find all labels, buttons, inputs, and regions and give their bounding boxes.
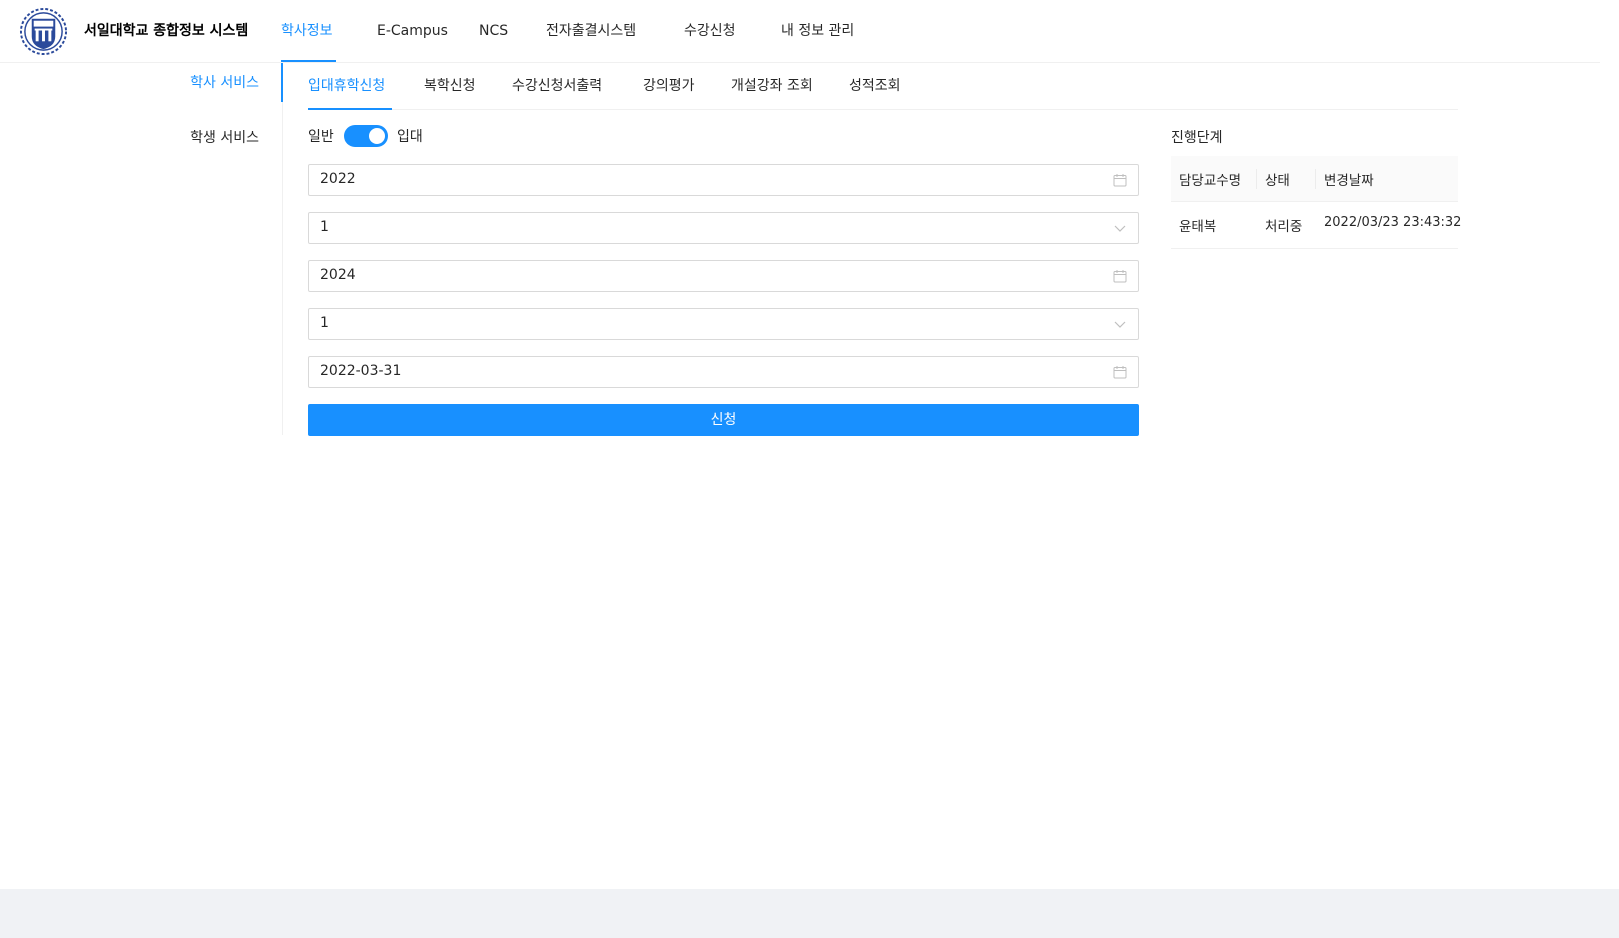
- column-header-status: 상태: [1265, 173, 1290, 189]
- end-semester-select[interactable]: 1: [308, 308, 1139, 340]
- enlistment-date-picker[interactable]: 2022-03-31: [308, 356, 1139, 388]
- field-value: 2022-03-31: [320, 363, 402, 379]
- field-value: 2024: [320, 267, 356, 283]
- cell-changed-date: 2022/03/23 23:43:32: [1324, 215, 1462, 230]
- tab-label: 입대휴학신청: [308, 78, 386, 94]
- cell-professor: 윤태복: [1179, 219, 1217, 235]
- sidebar-active-indicator: [281, 63, 283, 102]
- chevron-down-icon: [1114, 321, 1126, 328]
- enlistment-switch[interactable]: [344, 125, 388, 147]
- top-nav-e-campus[interactable]: E-Campus: [377, 0, 448, 63]
- tab-grade-lookup[interactable]: 성적조회: [849, 63, 901, 109]
- submit-button[interactable]: 신청: [308, 404, 1139, 436]
- top-header: 서일대학교 종합정보 시스템 학사정보 E-Campus NCS 전자출결시스템…: [0, 0, 1600, 63]
- tab-bar: 입대휴학신청 복학신청 수강신청서출력 강의평가 개설강좌 조회 성적조회: [308, 63, 1458, 110]
- progress-table: 담당교수명 상태 변경날짜 윤태복 처리중 2022/03/23 23:43:3…: [1171, 156, 1462, 249]
- top-nav-course-registration[interactable]: 수강신청: [684, 0, 736, 63]
- field-value: 1: [320, 315, 329, 331]
- calendar-icon: [1113, 270, 1127, 283]
- calendar-icon: [1113, 174, 1127, 187]
- end-year-picker[interactable]: 2024: [308, 260, 1139, 292]
- start-semester-select[interactable]: 1: [308, 212, 1139, 244]
- top-nav-my-info[interactable]: 내 정보 관리: [781, 0, 854, 63]
- switch-knob: [369, 128, 385, 144]
- column-separator: [1315, 169, 1316, 189]
- tab-lecture-evaluation[interactable]: 강의평가: [643, 63, 695, 109]
- field-value: 1: [320, 219, 329, 235]
- top-nav-electronic-attendance[interactable]: 전자출결시스템: [546, 0, 636, 63]
- top-nav-active-indicator: [281, 60, 336, 62]
- toggle-right-label: 입대: [397, 129, 423, 145]
- tab-enlistment-leave[interactable]: 입대휴학신청: [308, 63, 392, 110]
- sidebar-divider: [282, 63, 283, 435]
- progress-title: 진행단계: [1171, 130, 1223, 146]
- toggle-left-label: 일반: [308, 129, 334, 145]
- site-title: 서일대학교 종합정보 시스템: [84, 23, 249, 39]
- page: 서일대학교 종합정보 시스템 학사정보 E-Campus NCS 전자출결시스템…: [0, 0, 1619, 889]
- sidebar: 학사 서비스 학생 서비스: [0, 63, 283, 435]
- tab-active-indicator: [308, 108, 392, 110]
- tab-registration-printout[interactable]: 수강신청서출력: [512, 63, 602, 109]
- calendar-icon: [1113, 366, 1127, 379]
- column-header-changed-date: 변경날짜: [1324, 173, 1374, 189]
- top-nav-academic-info[interactable]: 학사정보: [281, 0, 333, 63]
- field-value: 2022: [320, 171, 356, 187]
- column-header-professor: 담당교수명: [1179, 173, 1242, 189]
- chevron-down-icon: [1114, 225, 1126, 232]
- column-separator: [1256, 169, 1257, 189]
- cell-status: 처리중: [1265, 219, 1303, 235]
- table-row: 윤태복 처리중 2022/03/23 23:43:32: [1171, 202, 1462, 249]
- tab-course-lookup[interactable]: 개설강좌 조회: [731, 63, 813, 109]
- tab-return-to-school[interactable]: 복학신청: [424, 63, 476, 109]
- start-year-picker[interactable]: 2022: [308, 164, 1139, 196]
- table-header: 담당교수명 상태 변경날짜: [1171, 156, 1458, 202]
- top-nav-ncs[interactable]: NCS: [479, 0, 508, 63]
- sidebar-item-student-service[interactable]: 학생 서비스: [190, 127, 259, 147]
- university-logo[interactable]: [19, 7, 68, 56]
- sidebar-item-academic-service[interactable]: 학사 서비스: [190, 72, 259, 92]
